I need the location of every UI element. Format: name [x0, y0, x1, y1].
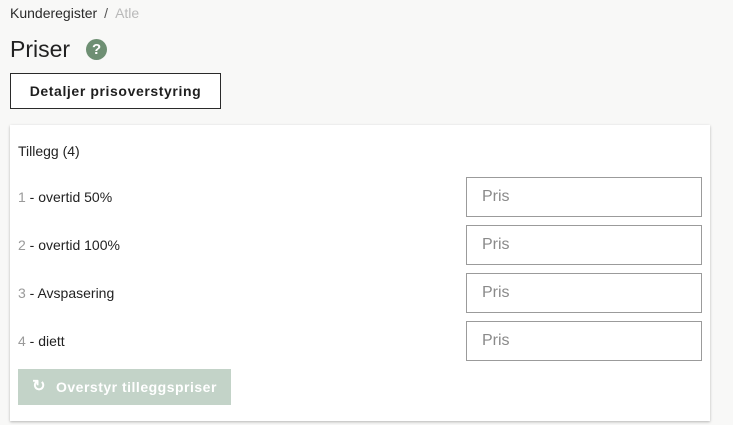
- addon-name: - overtid 100%: [25, 237, 120, 253]
- addon-label: 2 - overtid 100%: [18, 237, 120, 253]
- addons-card: Tillegg (4) 1 - overtid 50% 2 - overtid …: [10, 125, 710, 421]
- addon-name: - Avspasering: [25, 285, 115, 301]
- addon-number: 4: [18, 333, 26, 349]
- details-price-override-button[interactable]: Detaljer prisoverstyring: [10, 73, 221, 109]
- addon-label: 4 - diett: [18, 333, 65, 349]
- addon-row: 3 - Avspasering: [10, 273, 710, 313]
- addon-label: 3 - Avspasering: [18, 285, 114, 301]
- page-title: Priser: [10, 36, 71, 62]
- addon-price-input[interactable]: [466, 321, 702, 361]
- breadcrumb-current: Atle: [115, 5, 140, 21]
- page: Kunderegister / Atle Priser ? Detaljer p…: [0, 0, 733, 425]
- override-addon-prices-button[interactable]: ↻ Overstyr tilleggspriser: [18, 369, 231, 405]
- breadcrumb-separator: /: [104, 5, 109, 21]
- addon-price-input[interactable]: [466, 273, 702, 313]
- addon-number: 3: [18, 285, 26, 301]
- addon-row: 1 - overtid 50%: [10, 177, 710, 217]
- addon-price-input[interactable]: [466, 177, 702, 217]
- addon-name: - diett: [25, 333, 65, 349]
- reset-icon: ↻: [32, 378, 46, 395]
- addon-price-input[interactable]: [466, 225, 702, 265]
- addon-name: - overtid 50%: [25, 189, 113, 205]
- addons-section-title: Tillegg (4): [18, 143, 80, 159]
- addon-number: 2: [18, 237, 26, 253]
- addon-row: 2 - overtid 100%: [10, 225, 710, 265]
- addon-row: 4 - diett: [10, 321, 710, 361]
- addon-number: 1: [18, 189, 26, 205]
- breadcrumb: Kunderegister / Atle: [10, 5, 139, 21]
- override-button-label: Overstyr tilleggspriser: [56, 379, 217, 395]
- breadcrumb-kunderegister[interactable]: Kunderegister: [10, 5, 97, 21]
- title-row: Priser ?: [10, 35, 108, 63]
- addon-label: 1 - overtid 50%: [18, 189, 112, 205]
- help-icon[interactable]: ?: [86, 38, 108, 60]
